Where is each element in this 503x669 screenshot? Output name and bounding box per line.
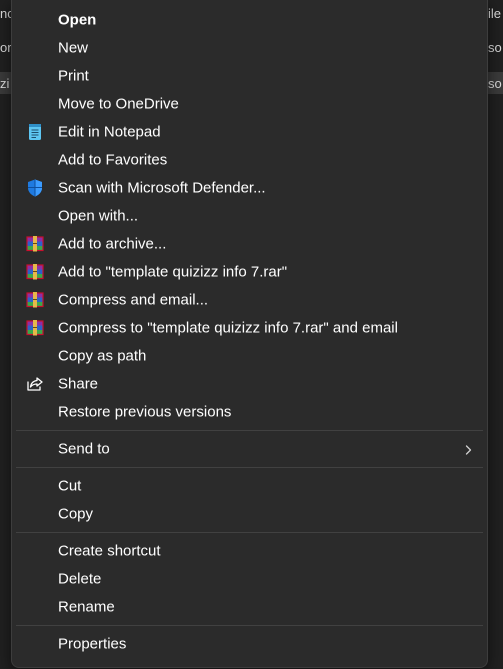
- winrar-icon: [25, 234, 45, 254]
- menu-item-send-to[interactable]: Send to: [16, 436, 483, 462]
- menu-item-compress-and-email[interactable]: Compress and email...: [16, 287, 483, 313]
- menu-item-properties[interactable]: Properties: [16, 631, 483, 657]
- menu-item-rename[interactable]: Rename: [16, 594, 483, 620]
- menu-item-label: Share: [58, 375, 99, 393]
- menu-item-label: Copy as path: [58, 347, 147, 365]
- menu-item-label: Copy: [58, 505, 94, 523]
- menu-item-print[interactable]: Print: [16, 63, 483, 89]
- menu-item-label: Delete: [58, 570, 102, 588]
- menu-item-add-to-favorites[interactable]: Add to Favorites: [16, 147, 483, 173]
- menu-item-add-to-rar[interactable]: Add to "template quizizz info 7.rar": [16, 259, 483, 285]
- winrar-icon: [25, 290, 45, 310]
- background-text-fragment: so: [488, 40, 502, 55]
- menu-item-restore-previous-versions[interactable]: Restore previous versions: [16, 399, 483, 425]
- menu-item-label: Open: [58, 11, 97, 29]
- menu-separator: [16, 625, 483, 626]
- menu-item-label: Add to archive...: [58, 235, 167, 253]
- menu-item-create-shortcut[interactable]: Create shortcut: [16, 538, 483, 564]
- defender-shield-icon: [25, 178, 45, 198]
- menu-item-label: Create shortcut: [58, 542, 161, 560]
- menu-item-new[interactable]: New: [16, 35, 483, 61]
- menu-item-label: Open with...: [58, 207, 139, 225]
- menu-item-label: Add to Favorites: [58, 151, 168, 169]
- notepad-icon: [25, 122, 45, 142]
- menu-separator: [16, 467, 483, 468]
- menu-separator: [16, 532, 483, 533]
- menu-item-edit-in-notepad[interactable]: Edit in Notepad: [16, 119, 483, 145]
- menu-item-copy[interactable]: Copy: [16, 501, 483, 527]
- menu-item-copy-as-path[interactable]: Copy as path: [16, 343, 483, 369]
- context-menu: Open New Print Move to OneDrive Edit in …: [11, 0, 488, 668]
- menu-item-label: Add to "template quizizz info 7.rar": [58, 263, 288, 281]
- chevron-right-icon: [463, 443, 473, 455]
- menu-item-label: Move to OneDrive: [58, 95, 179, 113]
- menu-item-label: Compress and email...: [58, 291, 209, 309]
- menu-item-open-with[interactable]: Open with...: [16, 203, 483, 229]
- background-text-fragment: ile: [488, 6, 502, 21]
- menu-item-move-to-onedrive[interactable]: Move to OneDrive: [16, 91, 483, 117]
- menu-item-label: Compress to "template quizizz info 7.rar…: [58, 319, 398, 337]
- menu-item-add-to-archive[interactable]: Add to archive...: [16, 231, 483, 257]
- menu-item-label: Print: [58, 67, 89, 85]
- menu-separator: [16, 430, 483, 431]
- menu-item-label: Properties: [58, 635, 127, 653]
- menu-item-label: Cut: [58, 477, 82, 495]
- winrar-icon: [25, 262, 45, 282]
- menu-item-label: Scan with Microsoft Defender...: [58, 179, 266, 197]
- menu-item-scan-defender[interactable]: Scan with Microsoft Defender...: [16, 175, 483, 201]
- menu-item-label: New: [58, 39, 89, 57]
- menu-item-share[interactable]: Share: [16, 371, 483, 397]
- menu-item-delete[interactable]: Delete: [16, 566, 483, 592]
- share-icon: [25, 374, 45, 394]
- background-text-fragment: so: [488, 76, 502, 91]
- menu-item-label: Edit in Notepad: [58, 123, 161, 141]
- menu-item-label: Rename: [58, 598, 115, 616]
- menu-item-cut[interactable]: Cut: [16, 473, 483, 499]
- menu-item-compress-to-rar-and-email[interactable]: Compress to "template quizizz info 7.rar…: [16, 315, 483, 341]
- menu-item-label: Restore previous versions: [58, 403, 232, 421]
- winrar-icon: [25, 318, 45, 338]
- menu-item-open[interactable]: Open: [16, 7, 483, 33]
- menu-item-label: Send to: [58, 440, 110, 458]
